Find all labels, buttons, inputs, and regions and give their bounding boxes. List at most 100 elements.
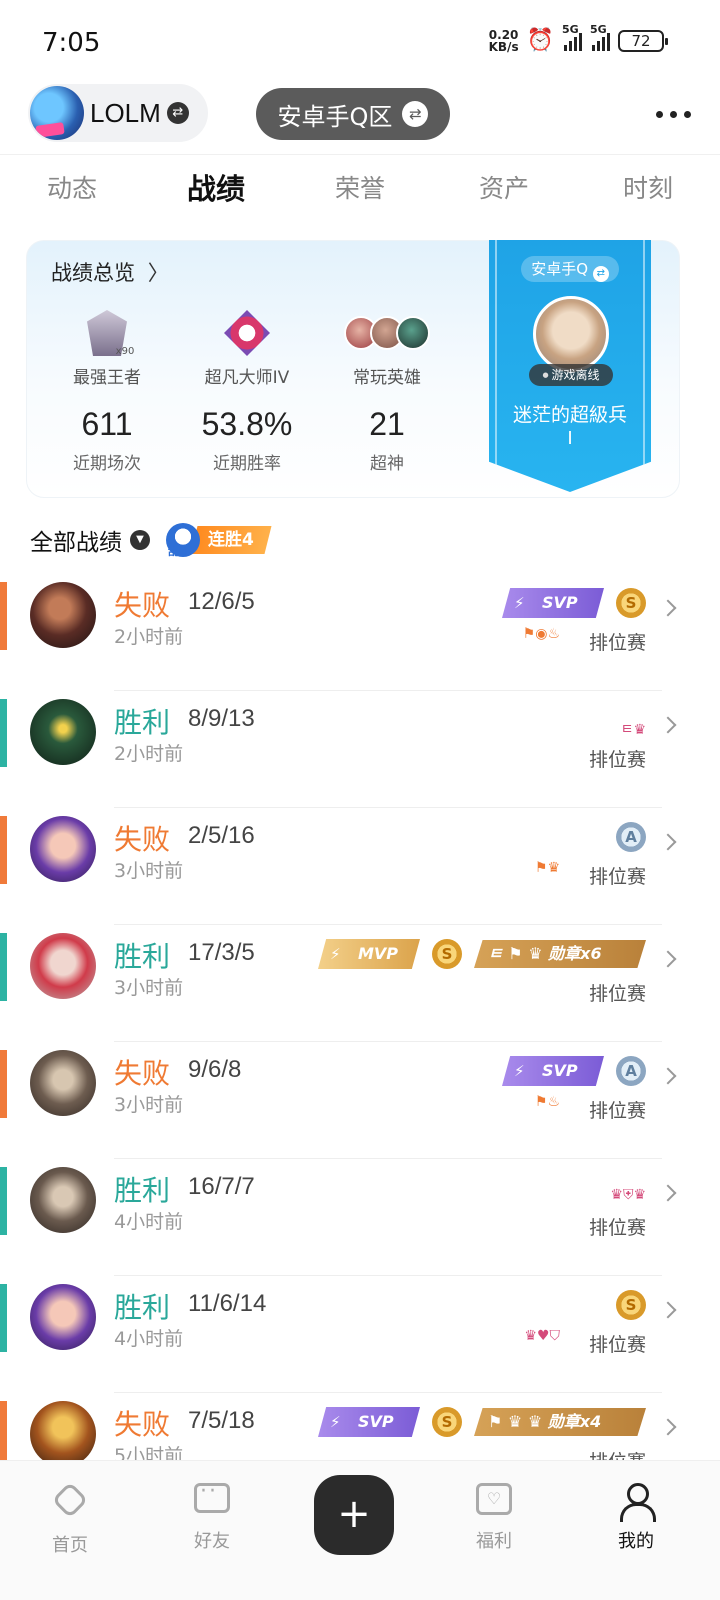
match-kda: 11/6/14 <box>188 1290 267 1317</box>
tab-records[interactable]: 战绩 <box>144 155 288 230</box>
match-list: 失败12/6/52小时前SVPS⚑◉♨排位赛胜利8/9/132小时前ㅌ♛排位赛失… <box>0 574 720 1510</box>
stat-games: x90 最强王者 611 近期场次 <box>37 307 177 474</box>
signal-icon-2: 5G <box>590 23 610 51</box>
signal-label-2: 5G <box>590 22 607 36</box>
hero-avatar <box>30 1167 96 1233</box>
stat-value: 611 <box>81 406 133 442</box>
match-result: 失败 <box>114 1057 171 1090</box>
medal-strip: ㅌ ⚑ ♛ 勋章x6 <box>474 940 646 968</box>
match-result: 失败 <box>114 589 171 622</box>
nav-benefits[interactable]: ♡ 福利 <box>444 1483 544 1553</box>
nav-label: 我的 <box>618 1531 654 1552</box>
summary-title-link[interactable]: 战绩总览 〉 <box>51 257 169 287</box>
achievement-icons: ⚑♨ <box>534 1094 560 1110</box>
result-indicator <box>0 1167 7 1235</box>
nav-label: 福利 <box>476 1531 512 1552</box>
match-row[interactable]: 胜利 8/9/13 2小时前 ㅌ♛ 排位赛 <box>0 691 720 808</box>
match-medals: SVP S ⚑ ♛ ♛ 勋章x4 <box>318 1405 646 1439</box>
svp-badge: SVP <box>502 588 604 618</box>
match-time: 3小时前 <box>114 1094 184 1116</box>
chat-icon <box>192 1483 232 1519</box>
chevron-right-icon <box>659 1067 677 1085</box>
tab-assets[interactable]: 资产 <box>432 155 576 230</box>
chevron-right-icon <box>659 599 677 617</box>
match-kda: 7/5/18 <box>188 1407 255 1434</box>
achievement-icons: ♛♥⛉ <box>524 1328 560 1344</box>
match-row[interactable]: 失败 12/6/52小时前 SVP S ⚑◉♨ 排位赛 <box>0 574 720 691</box>
bottom-nav: 首页 好友 + ♡ 福利 我的 <box>0 1460 720 1600</box>
more-icon[interactable] <box>656 102 696 126</box>
status-bar: 7:05 0.20 KB/s ⏰ 5G 5G 72 <box>0 0 720 80</box>
region-switcher[interactable]: 安卓手Q区 ⇄ <box>256 88 450 140</box>
filter-dropdown[interactable]: 全部战绩 <box>30 523 122 557</box>
chevron-right-icon <box>659 716 677 734</box>
match-time: 4小时前 <box>114 1211 184 1233</box>
signal-icon: 5G <box>562 23 582 51</box>
match-kda: 9/6/8 <box>188 1056 242 1083</box>
signal-label: 5G <box>562 22 579 36</box>
alarm-icon: ⏰ <box>526 28 554 53</box>
player-banner[interactable]: 安卓手Q ⇄ 游戏离线 迷茫的超級兵 I <box>489 240 651 492</box>
add-button[interactable]: + <box>314 1475 394 1555</box>
mvp-badge: MVP <box>318 939 420 969</box>
summary-title: 战绩总览 <box>51 261 135 285</box>
match-kda: 17/3/5 <box>188 939 255 966</box>
game-switcher[interactable]: LOLM ⇄ <box>28 84 208 142</box>
match-mode: 排位赛 <box>588 983 646 1005</box>
match-kda: 12/6/5 <box>188 588 255 615</box>
streak-badge: 乱斗 连胜4 <box>166 523 272 558</box>
match-time: 3小时前 <box>114 860 184 882</box>
hero-avatar <box>30 699 96 765</box>
tab-moments[interactable]: 时刻 <box>576 155 720 230</box>
game-name: LOLM <box>90 97 161 128</box>
tab-honors[interactable]: 荣誉 <box>288 155 432 230</box>
hero-avatar <box>30 816 96 882</box>
chevron-down-icon[interactable]: ▼ <box>130 530 150 550</box>
grade-badge: A <box>616 822 646 852</box>
stat-sub: 超神 <box>370 454 404 474</box>
stat-sub: 近期场次 <box>73 454 141 474</box>
grade-badge: S <box>432 939 462 969</box>
match-mode: 排位赛 <box>588 866 646 888</box>
match-kda: 16/7/7 <box>188 1173 255 1200</box>
nav-label: 好友 <box>194 1531 230 1552</box>
achievement-icons: ♛⛨♛ <box>610 1187 646 1203</box>
result-indicator <box>0 816 7 884</box>
hero-avatar <box>30 582 96 648</box>
match-row[interactable]: 胜利 11/6/14 4小时前 S ♛♥⛉ 排位赛 <box>0 1276 720 1393</box>
streak-text: 连胜4 <box>208 530 254 550</box>
swap-icon: ⇄ <box>166 102 189 124</box>
stat-value: 21 <box>369 406 405 442</box>
record-summary-card: 战绩总览 〉 x90 最强王者 611 近期场次 超凡大师IV 53.8% 近期… <box>26 240 680 498</box>
banner-region[interactable]: 安卓手Q ⇄ <box>521 256 619 282</box>
swap-icon: ⇄ <box>592 266 609 282</box>
match-time: 2小时前 <box>114 743 184 765</box>
match-row[interactable]: 失败 9/6/83小时前 SVP A ⚑♨ 排位赛 <box>0 1042 720 1159</box>
nav-friends[interactable]: 好友 <box>162 1483 262 1553</box>
tier-badge-icon <box>177 307 317 359</box>
home-icon <box>50 1481 90 1523</box>
hero-avatar <box>30 1401 96 1467</box>
status-icons: 0.20 KB/s ⏰ 5G 5G 72 <box>489 23 668 53</box>
nav-home[interactable]: 首页 <box>20 1481 120 1557</box>
hero-avatars-icon <box>317 307 457 359</box>
result-indicator <box>0 933 7 1001</box>
chevron-right-icon <box>659 950 677 968</box>
match-medals: SVP A <box>502 1054 646 1088</box>
stat-winrate: 超凡大师IV 53.8% 近期胜率 <box>177 307 317 474</box>
rank-multiplier: x90 <box>115 345 135 357</box>
network-speed: 0.20 KB/s <box>489 29 519 53</box>
match-row[interactable]: 胜利 17/3/53小时前 MVP S ㅌ ⚑ ♛ 勋章x6 排位赛 <box>0 925 720 1042</box>
match-row[interactable]: 失败 2/5/16 3小时前 A ⚑♛ 排位赛 <box>0 808 720 925</box>
stat-heroes[interactable]: 常玩英雄 21 超神 <box>317 307 457 474</box>
match-row[interactable]: 胜利 16/7/7 4小时前 ♛⛨♛ 排位赛 <box>0 1159 720 1276</box>
tab-feed[interactable]: 动态 <box>0 155 144 230</box>
banner-region-label: 安卓手Q <box>531 260 589 278</box>
tab-bar: 动态 战绩 荣誉 资产 时刻 <box>0 154 720 230</box>
stat-sub: 近期胜率 <box>213 454 281 474</box>
swap-icon: ⇄ <box>402 101 429 127</box>
stat-label: 超凡大师IV <box>204 368 290 388</box>
nav-me[interactable]: 我的 <box>586 1483 686 1553</box>
match-time: 2小时前 <box>114 626 184 648</box>
match-medals: S <box>616 1288 646 1322</box>
